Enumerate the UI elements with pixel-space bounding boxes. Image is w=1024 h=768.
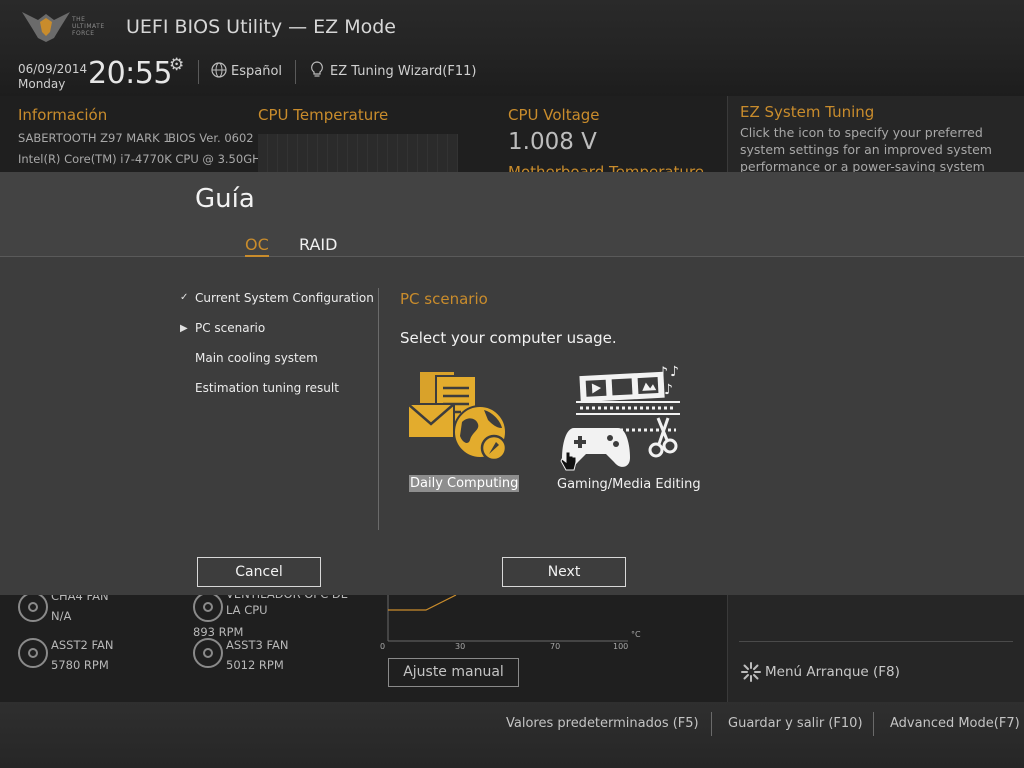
ez-tuning-description: Click the icon to specify your preferred… xyxy=(740,125,992,172)
dialog-title: Guía xyxy=(195,184,255,214)
fan-value: 5012 RPM xyxy=(226,658,284,672)
step-estimation-tuning-result: Estimation tuning result xyxy=(195,381,339,395)
current-step-arrow-icon: ▶ xyxy=(180,323,188,334)
mb-temp-heading: Motherboard Temperature xyxy=(508,163,705,172)
divider xyxy=(739,641,1013,642)
advanced-mode-button[interactable]: Advanced Mode(F7) xyxy=(890,716,1020,731)
usage-prompt: Select your computer usage. xyxy=(400,329,617,347)
info-heading: Información xyxy=(18,106,108,124)
manual-adjust-button[interactable]: Ajuste manual xyxy=(388,658,519,687)
fan-chart-tick: 0 xyxy=(380,642,386,651)
fan-icon xyxy=(193,638,223,668)
checkmark-icon: ✓ xyxy=(180,292,189,303)
gear-icon[interactable]: ⚙ xyxy=(169,55,184,75)
fan-name: ASST3 FAN xyxy=(226,638,289,652)
guide-dialog-header xyxy=(0,172,1024,257)
boot-menu-button[interactable]: Menú Arranque (F8) xyxy=(765,664,900,680)
cancel-button[interactable]: Cancel xyxy=(197,557,321,587)
logo-text: THE ULTIMATE FORCE xyxy=(72,16,105,37)
weekday-text: Monday xyxy=(18,77,66,91)
fan-value: 5780 RPM xyxy=(51,658,109,672)
section-title: PC scenario xyxy=(400,290,488,308)
cpu-name: Intel(R) Core(TM) i7-4770K CPU @ 3.50GHz xyxy=(18,152,267,166)
app-title: UEFI BIOS Utility — EZ Mode xyxy=(126,16,396,38)
language-selector[interactable]: Español xyxy=(231,64,282,79)
ez-tuning-heading: EZ System Tuning xyxy=(740,103,875,121)
step-pc-scenario: PC scenario xyxy=(195,321,266,335)
step-current-system-configuration: Current System Configuration xyxy=(195,291,374,305)
cpu-temp-graph xyxy=(258,134,458,172)
divider xyxy=(378,288,379,530)
date-display: 06/09/2014 Monday xyxy=(18,62,87,92)
fan-chart-tick: 30 xyxy=(455,642,466,651)
divider xyxy=(873,712,874,736)
clock[interactable]: 20:55 xyxy=(88,56,172,91)
tab-oc[interactable]: OC xyxy=(245,235,269,257)
ez-tuning-wizard-button[interactable]: EZ Tuning Wizard(F11) xyxy=(330,64,476,79)
fan-chart-tick: 100 xyxy=(613,642,629,651)
divider xyxy=(198,60,199,84)
fan-name: ASST2 FAN xyxy=(51,638,114,652)
svg-text:♪: ♪ xyxy=(664,382,673,398)
fan-chart-unit: °C xyxy=(631,630,641,639)
fan-value: N/A xyxy=(51,609,72,623)
next-button[interactable]: Next xyxy=(502,557,626,587)
board-name: SABERTOOTH Z97 MARK 1 xyxy=(18,131,171,145)
bios-version: BIOS Ver. 0602 xyxy=(168,131,254,145)
divider xyxy=(711,712,712,736)
gaming-media-option[interactable]: Gaming/Media Editing xyxy=(557,477,701,492)
cpu-voltage-value: 1.008 V xyxy=(508,129,597,155)
date-text: 06/09/2014 xyxy=(18,62,88,76)
fan-chart-tick: 70 xyxy=(550,642,561,651)
fan-icon xyxy=(18,592,48,622)
step-main-cooling-system: Main cooling system xyxy=(195,351,318,365)
fan-curve-chart[interactable] xyxy=(386,595,630,643)
cpu-voltage-heading: CPU Voltage xyxy=(508,106,600,124)
tab-raid[interactable]: RAID xyxy=(299,235,337,254)
svg-text:♪: ♪ xyxy=(658,364,668,382)
svg-text:♪: ♪ xyxy=(670,364,679,380)
daily-computing-option[interactable]: Daily Computing xyxy=(409,475,520,492)
save-exit-button[interactable]: Guardar y salir (F10) xyxy=(728,716,863,731)
bottom-bar xyxy=(0,702,1024,768)
boot-menu-icon xyxy=(741,662,761,682)
lightbulb-icon xyxy=(311,61,323,77)
cpu-temp-heading: CPU Temperature xyxy=(258,106,389,124)
load-defaults-button[interactable]: Valores predeterminados (F5) xyxy=(506,716,699,731)
divider xyxy=(295,60,296,84)
daily-computing-icon[interactable] xyxy=(406,370,510,462)
fan-icon xyxy=(193,592,223,622)
gaming-media-icon[interactable]: ♪ ♪ ♪ xyxy=(560,364,684,472)
globe-icon xyxy=(211,62,227,78)
fan-icon xyxy=(18,638,48,668)
